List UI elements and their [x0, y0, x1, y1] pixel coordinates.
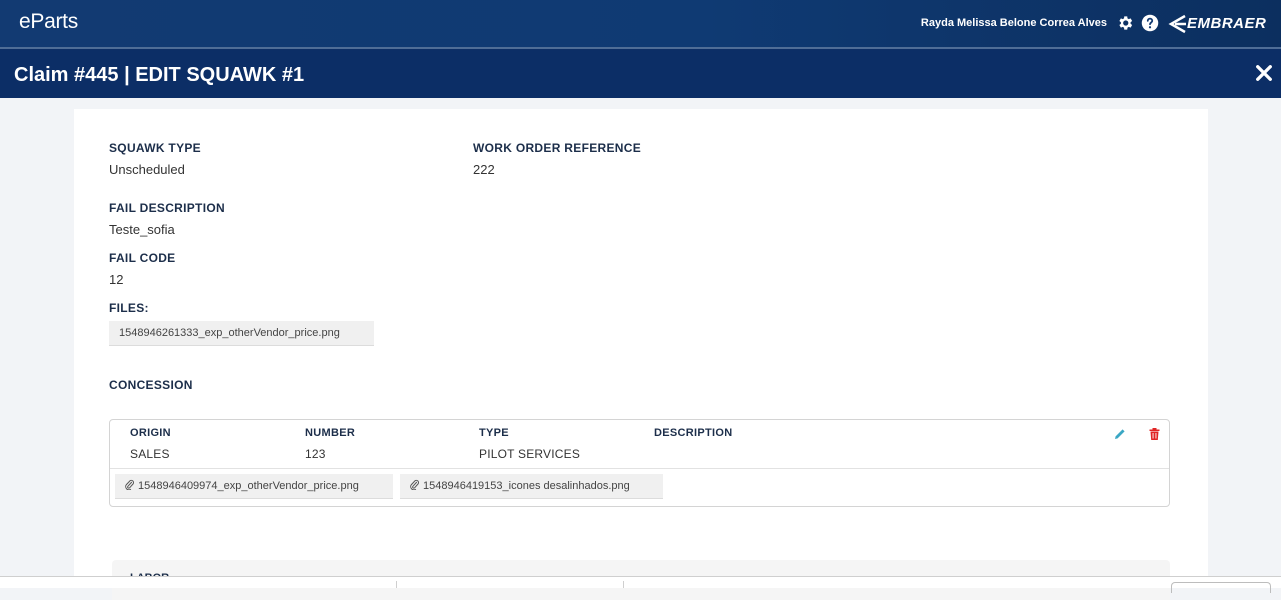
concession-file-1-name: 1548946409974_exp_otherVendor_price.png	[138, 480, 359, 492]
embraer-logo-icon	[1168, 14, 1186, 34]
fail-code-value: 12	[109, 272, 124, 287]
modal-header: Claim #445 | EDIT SQUAWK #1	[0, 49, 1281, 98]
embraer-logo: EMBRAER	[1167, 12, 1281, 36]
trash-icon[interactable]	[1149, 428, 1160, 440]
fail-code-label: FAIL CODE	[109, 251, 176, 265]
bottom-table-header	[0, 576, 1281, 593]
gear-icon[interactable]	[1116, 14, 1134, 32]
paperclip-icon	[410, 479, 419, 490]
user-name[interactable]: Rayda Melissa Belone Correa Alves	[921, 17, 1107, 29]
column-header-number: NUMBER	[305, 427, 356, 439]
column-header-origin: ORIGIN	[130, 427, 171, 439]
squawk-type-value: Unscheduled	[109, 162, 185, 177]
column-header-description: DESCRIPTION	[654, 427, 733, 439]
concession-file-2-name: 1548946419153_icones desalinhados.png	[423, 480, 630, 492]
concession-label: CONCESSION	[109, 378, 193, 392]
help-icon[interactable]	[1141, 14, 1159, 32]
concession-file-1[interactable]: 1548946409974_exp_otherVendor_price.png	[115, 474, 393, 499]
close-icon[interactable]	[1255, 64, 1273, 82]
paperclip-icon	[125, 479, 134, 490]
bottom-button[interactable]	[1171, 582, 1271, 593]
page-title: Claim #445 | EDIT SQUAWK #1	[14, 64, 305, 86]
edit-icon[interactable]	[1114, 428, 1126, 440]
logo-text: EMBRAER	[1187, 15, 1267, 32]
work-order-value: 222	[473, 162, 495, 177]
squawk-type-label: SQUAWK TYPE	[109, 141, 201, 155]
divider	[110, 468, 1169, 469]
column-header-type: TYPE	[479, 427, 509, 439]
work-order-label: WORK ORDER REFERENCE	[473, 141, 642, 155]
top-navbar: eParts Rayda Melissa Belone Correa Alves…	[0, 0, 1281, 49]
concession-table: ORIGIN NUMBER TYPE DESCRIPTION SALES 123…	[109, 419, 1170, 507]
concession-origin: SALES	[130, 447, 170, 461]
concession-type: PILOT SERVICES	[479, 447, 581, 461]
fail-description-value: Teste_sofia	[109, 222, 175, 237]
concession-number: 123	[305, 447, 326, 461]
file-attachment[interactable]: 1548946261333_exp_otherVendor_price.png	[109, 321, 374, 346]
concession-file-2[interactable]: 1548946419153_icones desalinhados.png	[400, 474, 663, 499]
squawk-details-card: SQUAWK TYPE Unscheduled WORK ORDER REFER…	[74, 109, 1208, 600]
brand-logo[interactable]: eParts	[19, 10, 78, 34]
files-label: FILES:	[109, 301, 149, 315]
fail-description-label: FAIL DESCRIPTION	[109, 201, 225, 215]
